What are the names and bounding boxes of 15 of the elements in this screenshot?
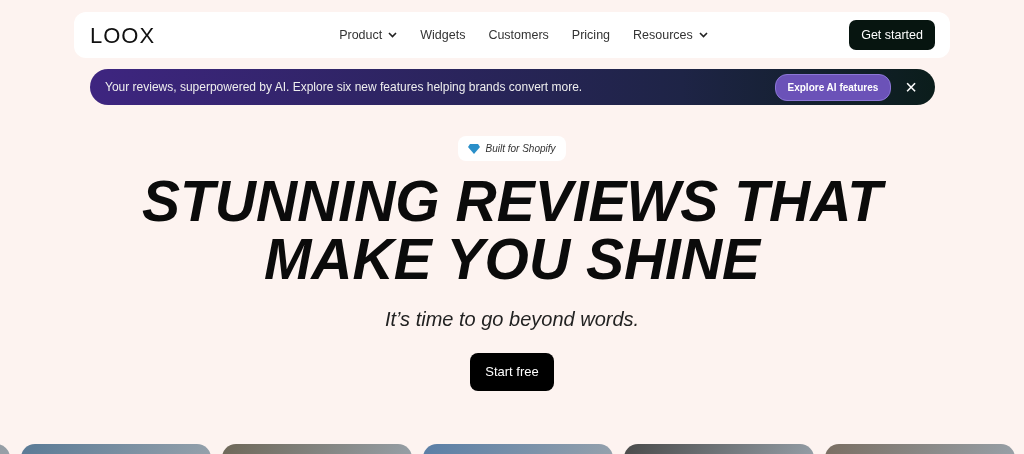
banner-text: Your reviews, superpowered by AI. Explore six new features helping brands convert more. [105,79,583,96]
nav-link[interactable]: Resources [633,25,708,45]
get-started-button[interactable]: Get started [849,19,935,51]
diamond-icon [468,143,481,154]
subtitle: It’s time to go beyond words. [384,307,640,332]
badge-text: Built for Shopify [485,142,556,156]
nav-link[interactable]: Pricing [571,25,611,45]
nav-link[interactable]: Product [339,25,398,45]
logo[interactable]: LOOX [90,18,156,52]
nav-link[interactable]: Widgets [420,25,466,45]
explore-ai-button[interactable]: Explore AI features [774,73,892,101]
nav-link[interactable]: Customers [488,25,549,45]
close-button[interactable]: × [901,77,921,97]
headline: MAKE YOU SHINE [263,230,761,288]
start-free-button[interactable]: Start free [470,353,554,391]
